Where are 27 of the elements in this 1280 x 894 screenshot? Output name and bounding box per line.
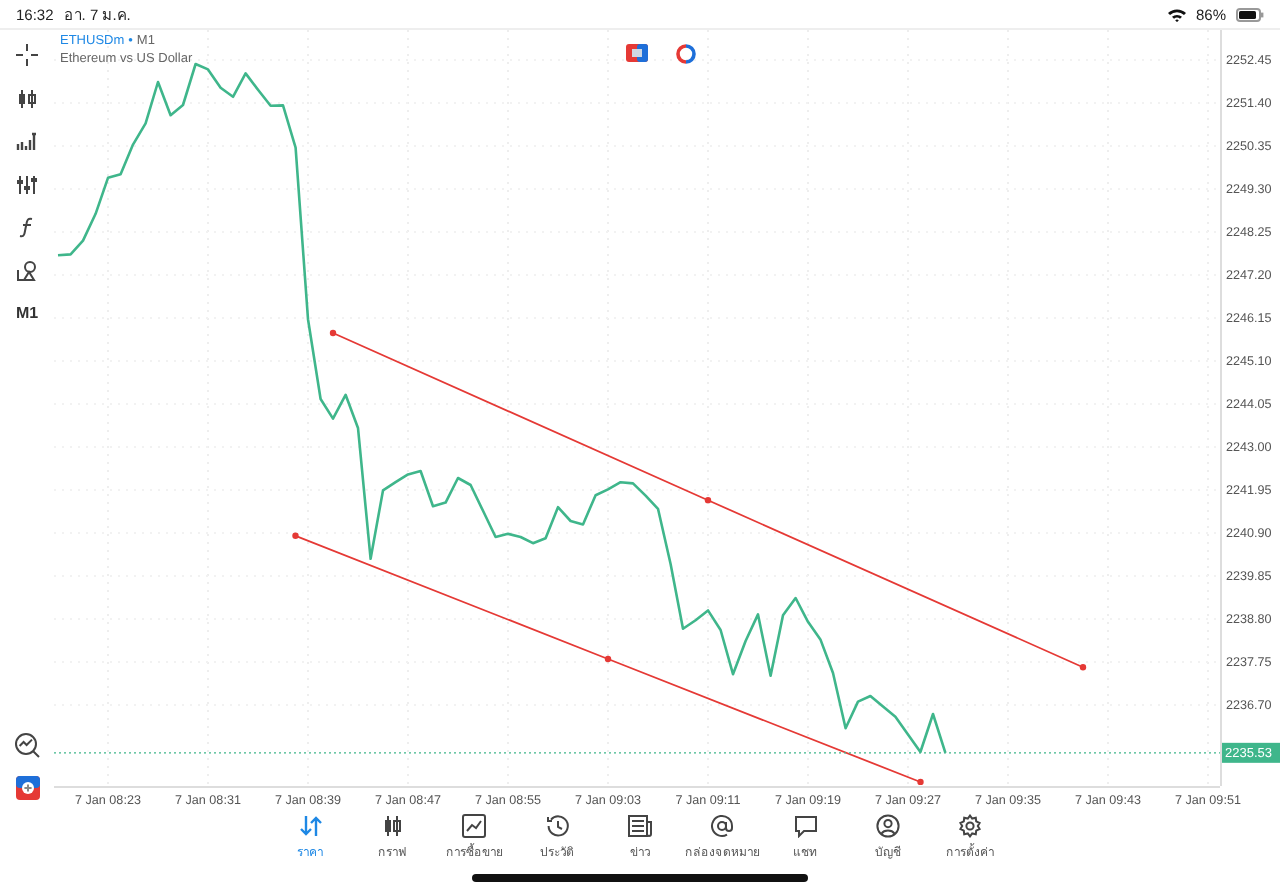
settings-icon[interactable] — [958, 814, 983, 838]
at-sign-icon[interactable] — [710, 814, 735, 838]
battery-icon — [1236, 7, 1264, 21]
sliders-icon[interactable] — [16, 173, 38, 196]
point — [1079, 664, 1087, 671]
trend-chart-icon[interactable] — [462, 814, 487, 838]
chart-search-icon[interactable] — [14, 732, 40, 759]
candlestick-icon[interactable] — [380, 814, 405, 838]
clock-icon[interactable] — [545, 814, 570, 838]
chat-bubble-icon[interactable] — [793, 814, 818, 838]
newspaper-icon[interactable] — [627, 814, 652, 838]
timeframe-button[interactable]: M1 — [15, 304, 39, 323]
point — [292, 532, 299, 539]
arrows-icon[interactable] — [297, 814, 322, 838]
point — [704, 496, 712, 504]
ring-icon[interactable] — [676, 44, 696, 64]
point — [917, 778, 924, 786]
bar-chart-icon[interactable] — [16, 130, 38, 153]
function-icon[interactable] — [16, 216, 38, 239]
shapes-icon[interactable] — [16, 259, 38, 282]
app-logo-icon[interactable] — [15, 776, 39, 801]
crosshair-icon[interactable] — [16, 44, 38, 67]
user-icon[interactable] — [875, 814, 900, 838]
candlestick-icon[interactable] — [16, 87, 38, 110]
wifi-icon — [1167, 7, 1186, 21]
point — [604, 655, 612, 663]
point — [329, 329, 337, 337]
